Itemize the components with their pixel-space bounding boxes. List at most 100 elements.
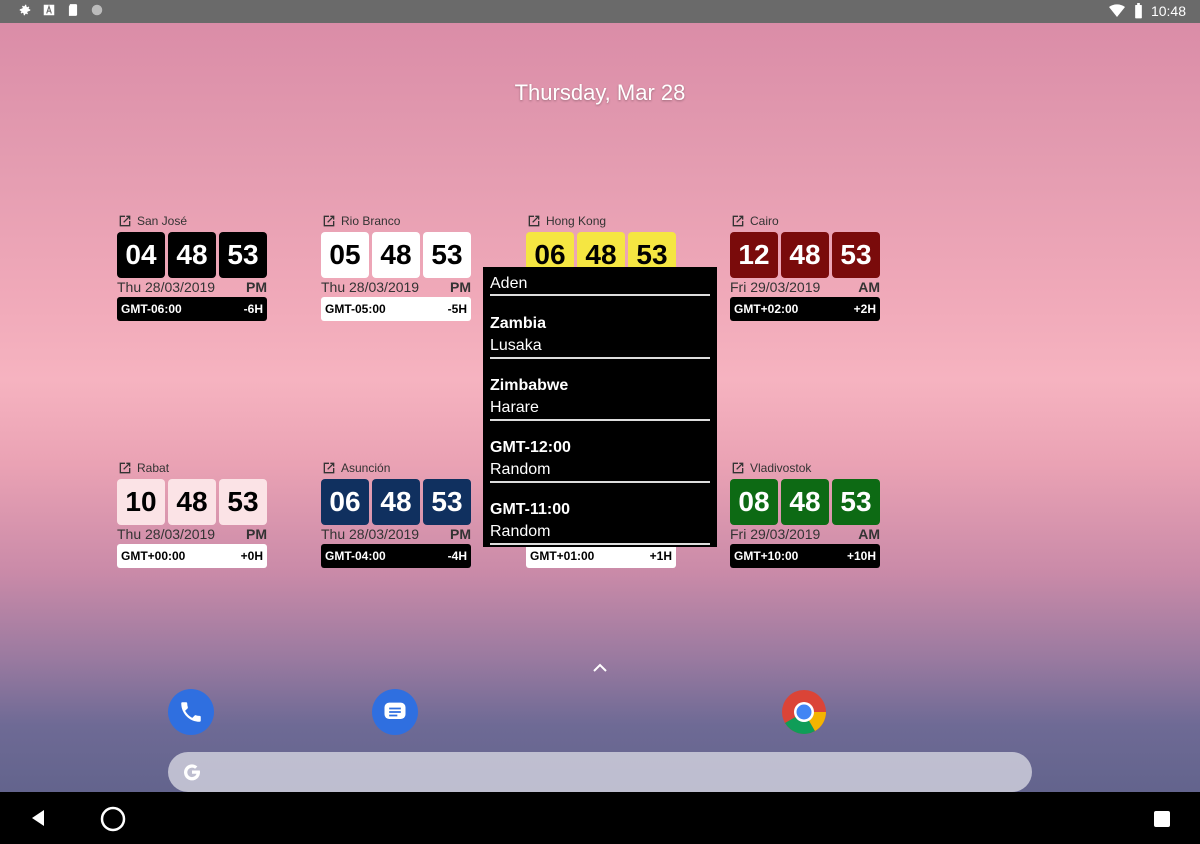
- widget-digit-m: 48: [781, 232, 829, 278]
- widget-date: Thu 28/03/2019: [117, 279, 216, 295]
- widget-date: Thu 28/03/2019: [117, 526, 216, 542]
- widget-header: Asunción: [321, 459, 471, 477]
- widget-digit-m: 48: [168, 232, 216, 278]
- recents-icon[interactable]: [1153, 810, 1171, 828]
- widget-digit-h: 04: [117, 232, 165, 278]
- widget-gmt: GMT+02:00: [734, 302, 799, 316]
- widget-digit-m: 48: [372, 232, 420, 278]
- circle-icon: [91, 4, 103, 16]
- widget-gmt-bar: GMT-06:00 -6H: [117, 297, 267, 321]
- clock-widget[interactable]: Vladivostok 08 48 53 Fri 29/03/2019 AM GMT+10:…: [730, 459, 880, 568]
- widget-ampm: PM: [246, 279, 267, 295]
- widget-digits: 05 48 53: [321, 232, 471, 278]
- clock-widget[interactable]: Asunción 06 48 53 Thu 28/03/2019 PM GMT-04:00 -…: [321, 459, 471, 568]
- widget-date: Fri 29/03/2019: [730, 279, 821, 295]
- dropdown-item-sub: Lusaka: [490, 335, 710, 359]
- widget-gmt: GMT+10:00: [734, 549, 799, 563]
- clock-widget[interactable]: Rio Branco 05 48 53 Thu 28/03/2019 PM GMT-05:0…: [321, 212, 471, 321]
- back-icon[interactable]: [28, 808, 48, 828]
- widget-date: Thu 28/03/2019: [321, 279, 420, 295]
- widget-header: Vladivostok: [730, 459, 880, 477]
- widget-digit-s: 53: [219, 479, 267, 525]
- widget-date-row: Thu 28/03/2019 PM: [117, 279, 267, 297]
- widget-offset: +0H: [240, 549, 263, 563]
- widget-digit-m: 48: [781, 479, 829, 525]
- open-external-icon[interactable]: [117, 460, 133, 476]
- widget-ampm: PM: [450, 279, 471, 295]
- widget-header: Cairo: [730, 212, 880, 230]
- sd-card-icon: [68, 4, 78, 16]
- widget-digit-s: 53: [219, 232, 267, 278]
- open-external-icon[interactable]: [526, 213, 542, 229]
- widget-digit-h: 05: [321, 232, 369, 278]
- open-external-icon[interactable]: [117, 213, 133, 229]
- dropdown-item-sub: Harare: [490, 397, 710, 421]
- widget-date-row: Fri 29/03/2019 AM: [730, 279, 880, 297]
- widget-ampm: AM: [858, 526, 880, 542]
- messages-icon[interactable]: [372, 689, 418, 735]
- clock-widget[interactable]: Rabat 10 48 53 Thu 28/03/2019 PM GMT+00:00 +0H: [117, 459, 267, 568]
- battery-icon: [1135, 3, 1142, 19]
- widget-date-row: Thu 28/03/2019 PM: [117, 526, 267, 544]
- dropdown-item[interactable]: Aden: [483, 267, 717, 296]
- dropdown-item-title: Zambia: [490, 315, 547, 332]
- widget-digit-h: 08: [730, 479, 778, 525]
- widget-city: Hong Kong: [546, 214, 607, 228]
- font-icon: [43, 4, 55, 16]
- status-time: 10:48: [1150, 3, 1186, 19]
- widget-gmt-bar: GMT+01:00 +1H: [526, 544, 676, 568]
- dropdown-item-title: Zimbabwe: [490, 377, 569, 394]
- open-external-icon[interactable]: [321, 213, 337, 229]
- widget-header: Hong Kong: [526, 212, 676, 230]
- widget-gmt-bar: GMT+00:00 +0H: [117, 544, 267, 568]
- widget-gmt-bar: GMT-04:00 -4H: [321, 544, 471, 568]
- dropdown-item-sub: Random: [490, 521, 710, 545]
- dropdown-item[interactable]: GMT-12:00 Random: [483, 437, 717, 483]
- open-external-icon[interactable]: [321, 460, 337, 476]
- home-icon[interactable]: [100, 806, 126, 832]
- widget-digit-s: 53: [423, 479, 471, 525]
- timezone-dropdown[interactable]: Aden Zambia Lusaka Zimbabwe Harare GMT-1…: [483, 267, 717, 547]
- widget-gmt: GMT+00:00: [121, 549, 186, 563]
- widget-city: Vladivostok: [750, 461, 812, 475]
- widget-offset: -5H: [447, 302, 467, 316]
- widget-date-row: Fri 29/03/2019 AM: [730, 526, 880, 544]
- widget-digit-s: 53: [423, 232, 471, 278]
- phone-icon[interactable]: [168, 689, 214, 735]
- dropdown-item[interactable]: Zimbabwe Harare: [483, 375, 717, 421]
- widget-gmt: GMT-04:00: [325, 549, 386, 563]
- widget-header: Rabat: [117, 459, 267, 477]
- google-g-icon: [180, 760, 204, 791]
- widget-date-row: Thu 28/03/2019 PM: [321, 526, 471, 544]
- widget-gmt-bar: GMT-05:00 -5H: [321, 297, 471, 321]
- google-search-bar[interactable]: [168, 752, 1032, 792]
- dropdown-item-title: GMT-12:00: [490, 439, 571, 456]
- clock-widget[interactable]: San José 04 48 53 Thu 28/03/2019 PM GMT-06:00 -…: [117, 212, 267, 321]
- chrome-icon[interactable]: [781, 689, 827, 735]
- widget-digit-m: 48: [168, 479, 216, 525]
- widget-gmt-bar: GMT+10:00 +10H: [730, 544, 880, 568]
- app-drawer-arrow-icon[interactable]: [592, 660, 608, 678]
- status-bar: 10:48: [0, 0, 1200, 23]
- widget-digits: 04 48 53: [117, 232, 267, 278]
- widget-digits: 10 48 53: [117, 479, 267, 525]
- widget-gmt: GMT+01:00: [530, 549, 595, 563]
- widget-date-row: Thu 28/03/2019 PM: [321, 279, 471, 297]
- widget-date: Thu 28/03/2019: [321, 526, 420, 542]
- widget-date: Fri 29/03/2019: [730, 526, 821, 542]
- dropdown-item[interactable]: Zambia Lusaka: [483, 313, 717, 359]
- widget-digits: 06 48 53: [321, 479, 471, 525]
- widget-digit-h: 06: [321, 479, 369, 525]
- open-external-icon[interactable]: [730, 460, 746, 476]
- settings-icon: [19, 4, 31, 16]
- navigation-bar: [0, 792, 1200, 844]
- dropdown-item[interactable]: GMT-11:00 Random: [483, 499, 717, 545]
- clock-widget[interactable]: Cairo 12 48 53 Fri 29/03/2019 AM GMT+02:00 +2H: [730, 212, 880, 321]
- widget-offset: +10H: [846, 549, 876, 563]
- widget-digit-h: 10: [117, 479, 165, 525]
- open-external-icon[interactable]: [730, 213, 746, 229]
- widget-digits: 08 48 53: [730, 479, 880, 525]
- home-date[interactable]: Thursday, Mar 28: [0, 80, 1200, 106]
- widget-digits: 12 48 53: [730, 232, 880, 278]
- widget-offset: +2H: [853, 302, 876, 316]
